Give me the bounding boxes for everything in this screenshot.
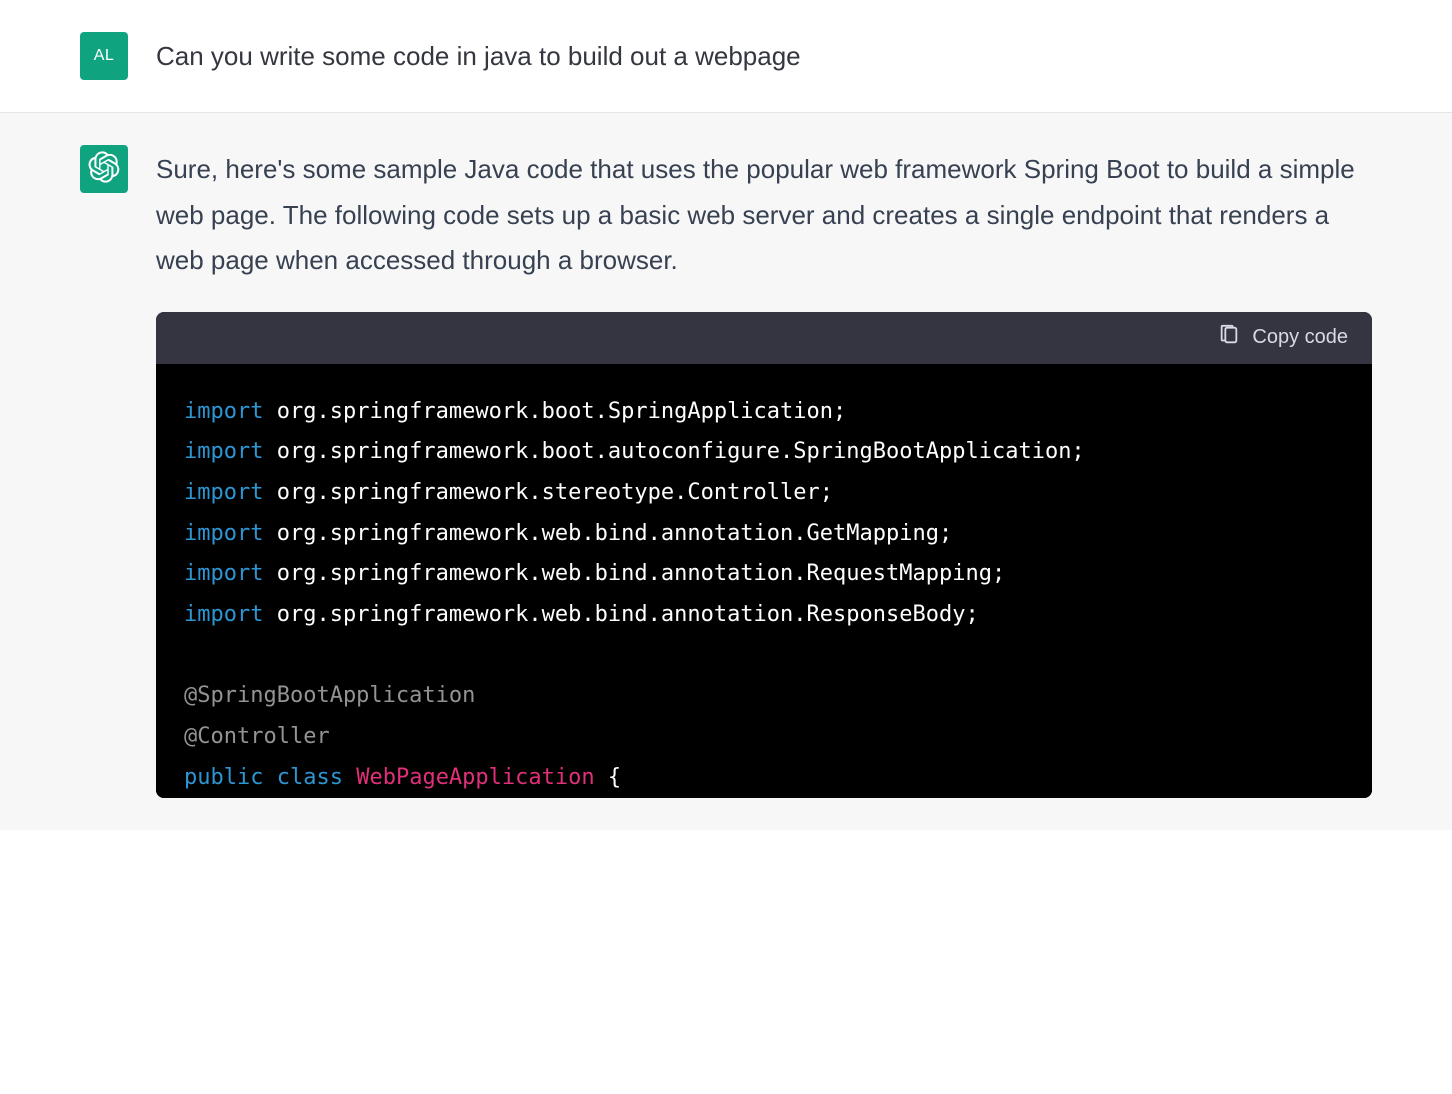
code-token-keyword: import (184, 399, 263, 424)
user-avatar: AL (80, 32, 128, 80)
assistant-avatar (80, 145, 128, 193)
clipboard-icon (1218, 324, 1240, 352)
copy-code-button[interactable]: Copy code (1218, 324, 1348, 352)
code-block-content[interactable]: import org.springframework.boot.SpringAp… (156, 364, 1372, 799)
assistant-message-content: Sure, here's some sample Java code that … (156, 145, 1372, 798)
code-token-plain: org.springframework.web.bind.annotation.… (263, 521, 952, 546)
code-token-keyword: class (277, 765, 343, 790)
code-token-plain: org.springframework.boot.SpringApplicati… (263, 399, 846, 424)
code-token-plain: org.springframework.boot.autoconfigure.S… (263, 439, 1084, 464)
user-avatar-initials: AL (94, 47, 115, 65)
code-token-plain: org.springframework.web.bind.annotation.… (263, 561, 1005, 586)
code-token-plain: org.springframework.stereotype.Controlle… (263, 480, 833, 505)
code-token-plain: { (595, 765, 622, 790)
code-token-keyword: import (184, 439, 263, 464)
assistant-message: Sure, here's some sample Java code that … (0, 113, 1452, 830)
copy-code-label: Copy code (1252, 326, 1348, 349)
code-token-classname: WebPageApplication (356, 765, 594, 790)
code-token-keyword: import (184, 521, 263, 546)
code-token-annotation: @SpringBootApplication (184, 683, 475, 708)
code-token-keyword: public (184, 765, 263, 790)
code-pre: import org.springframework.boot.SpringAp… (184, 392, 1344, 799)
assistant-intro-text: Sure, here's some sample Java code that … (156, 147, 1372, 284)
code-token-keyword: import (184, 480, 263, 505)
code-token-keyword: import (184, 561, 263, 586)
code-token-plain (263, 765, 276, 790)
openai-logo-icon (88, 151, 120, 188)
code-block: Copy code import org.springframework.boo… (156, 312, 1372, 799)
code-token-keyword: import (184, 602, 263, 627)
code-token-annotation: @Controller (184, 724, 330, 749)
code-token-plain: org.springframework.web.bind.annotation.… (263, 602, 978, 627)
user-message-content: Can you write some code in java to build… (156, 32, 1372, 80)
code-block-header: Copy code (156, 312, 1372, 364)
user-message: AL Can you write some code in java to bu… (0, 0, 1452, 113)
code-token-plain (343, 765, 356, 790)
